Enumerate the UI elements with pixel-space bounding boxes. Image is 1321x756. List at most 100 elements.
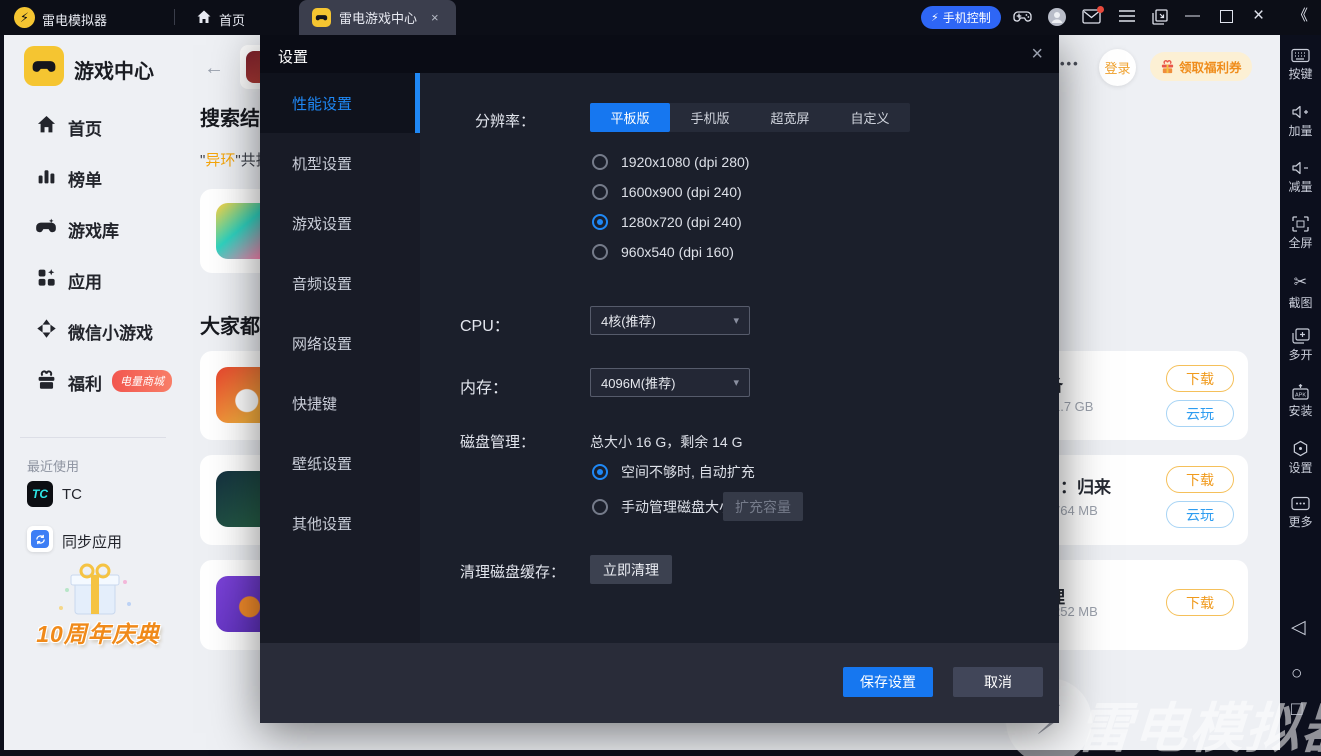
settings-nav-device[interactable]: 机型设置 [260,133,420,193]
disk-manual-option[interactable]: 手动管理磁盘大小 [592,497,733,517]
sidebar-item-apps[interactable]: 应用 [68,268,102,293]
android-home-icon[interactable]: ○ [1291,664,1302,683]
radio-icon[interactable] [592,244,608,260]
tab-phone[interactable]: 手机版 [670,103,750,132]
wechat-minigame-icon [36,318,57,339]
phone-control-button[interactable]: ⚡ 手机控制 [921,6,1001,29]
cpu-dropdown[interactable]: 4核(推荐) ▾ [590,306,750,335]
ranking-icon [36,165,57,186]
scissors-icon: ✂ [1293,274,1308,291]
settings-nav-performance[interactable]: 性能设置 [260,73,420,133]
gamepad-toolbar-icon[interactable] [1012,8,1033,26]
sidebar-item-game-library[interactable]: 游戏库 [68,217,119,242]
divider [20,437,166,438]
clean-now-button[interactable]: 立即清理 [590,555,672,584]
save-settings-button[interactable]: 保存设置 [843,667,933,697]
rail-item-keymap[interactable]: 按键 [1280,48,1321,82]
radio-icon[interactable] [592,154,608,170]
notification-dot [1097,6,1104,13]
rail-item-multi-instance[interactable]: 多开 [1280,328,1321,363]
tab-game-center[interactable]: 雷电游戏中心 × [299,0,456,35]
rail-item-screenshot[interactable]: ✂ 截图 [1280,272,1321,311]
rail-item-fullscreen[interactable]: 全屏 [1280,216,1321,251]
settings-footer [260,643,1059,723]
sidebar-title: 游戏中心 [74,61,154,83]
sidebar-item-home[interactable]: 首页 [68,115,102,140]
resolution-option-1920[interactable]: 1920x1080 (dpi 280) [592,154,749,170]
svg-text:APK: APK [1295,393,1306,399]
cancel-button[interactable]: 取消 [953,667,1043,697]
resolution-option-1280[interactable]: 1280x720 (dpi 240) [592,214,742,230]
resolution-option-960[interactable]: 960x540 (dpi 160) [592,244,734,260]
volume-down-icon [1291,160,1310,176]
anniversary-gift-icon[interactable] [47,560,143,618]
sidebar-item-rankings[interactable]: 榜单 [68,166,102,191]
home-icon[interactable] [196,9,212,25]
maximize-button[interactable] [1220,10,1233,23]
settings-nav-other[interactable]: 其他设置 [260,493,420,553]
anniversary-promo-text[interactable]: 10周年庆典 [18,615,178,649]
download-button[interactable]: 下载 [1166,466,1234,493]
radio-selected-icon[interactable] [592,214,608,230]
menu-icon[interactable] [1118,9,1136,23]
minimize-button[interactable]: — [1185,8,1200,23]
rail-item-volume-down[interactable]: 减量 [1280,160,1321,195]
back-arrow-icon[interactable]: ← [204,57,224,80]
cloud-play-button[interactable]: 云玩 [1166,400,1234,427]
expand-capacity-button[interactable]: 扩充容量 [723,492,803,521]
memory-dropdown[interactable]: 4096M(推荐) ▾ [590,368,750,397]
settings-nav-network[interactable]: 网络设置 [260,313,420,373]
settings-nav-shortcuts[interactable]: 快捷键 [260,373,420,433]
sidebar-item-welfare[interactable]: 福利 [68,370,102,395]
mall-badge[interactable]: 电量商城 [112,370,172,392]
multi-window-icon [1291,328,1310,344]
settings-nav-wallpaper[interactable]: 壁纸设置 [260,433,420,493]
rail-item-settings[interactable]: 设置 [1280,440,1321,476]
modal-close-icon[interactable]: × [1031,44,1043,64]
rail-item-volume-up[interactable]: 加量 [1280,104,1321,139]
welfare-gift-icon [36,369,57,390]
radio-icon[interactable] [592,184,608,200]
rail-item-more[interactable]: 更多 [1280,496,1321,530]
close-button[interactable]: × [1253,6,1264,25]
search-keyword: 异环 [205,152,236,169]
sync-app-icon[interactable] [27,526,53,552]
tab-tablet[interactable]: 平板版 [590,103,670,132]
radio-selected-icon[interactable] [592,464,608,480]
apk-install-icon: APK [1291,384,1310,400]
login-button[interactable]: 登录 [1099,49,1136,86]
recent-app-sync[interactable]: 同步应用 [62,531,122,552]
tab-ultrawide[interactable]: 超宽屏 [750,103,830,132]
recent-label: 最近使用 [27,459,80,474]
clean-cache-label: 清理磁盘缓存： [460,564,566,581]
recent-app-tc[interactable]: TC [62,486,82,503]
sidebar-item-wechat-minigames[interactable]: 微信小游戏 [68,319,153,344]
rail-item-install-apk[interactable]: APK 安装 [1280,384,1321,419]
avatar-icon[interactable] [1047,7,1067,27]
app-logo-icon: ⚡ [14,7,35,28]
settings-title: 设置 [278,49,309,66]
resolution-label: 分辨率： [475,113,536,130]
sync-inner-icon [31,530,49,548]
resolution-option-1600[interactable]: 1600x900 (dpi 240) [592,184,742,200]
tc-app-icon[interactable]: TC [27,481,53,507]
tab-custom[interactable]: 自定义 [830,103,910,132]
app-window: ⚡ 雷电模拟器 首页 雷电游戏中心 × ⚡ 手机控制 — × 《 游戏中心 首页… [0,0,1321,756]
disk-auto-expand-option[interactable]: 空间不够时, 自动扩充 [592,462,755,482]
download-button[interactable]: 下载 [1166,365,1234,392]
coupon-button[interactable]: 领取福利券 [1150,52,1252,81]
download-button[interactable]: 下载 [1166,589,1234,616]
settings-nav-game[interactable]: 游戏设置 [260,193,420,253]
home-nav-icon [36,114,57,135]
cloud-play-button[interactable]: 云玩 [1166,501,1234,528]
popout-icon[interactable] [1152,9,1168,25]
collapse-rail-icon[interactable]: 《 [1293,8,1308,23]
android-recents-icon[interactable]: □ [1291,700,1302,719]
tab-close-icon[interactable]: × [431,11,439,24]
chevron-down-icon: ▾ [733,315,739,327]
radio-icon[interactable] [592,499,608,515]
android-back-icon[interactable]: ◁ [1291,618,1306,637]
home-tab[interactable]: 首页 [219,10,245,29]
more-dots-icon[interactable]: ••• [1060,56,1080,71]
settings-nav-audio[interactable]: 音频设置 [260,253,420,313]
